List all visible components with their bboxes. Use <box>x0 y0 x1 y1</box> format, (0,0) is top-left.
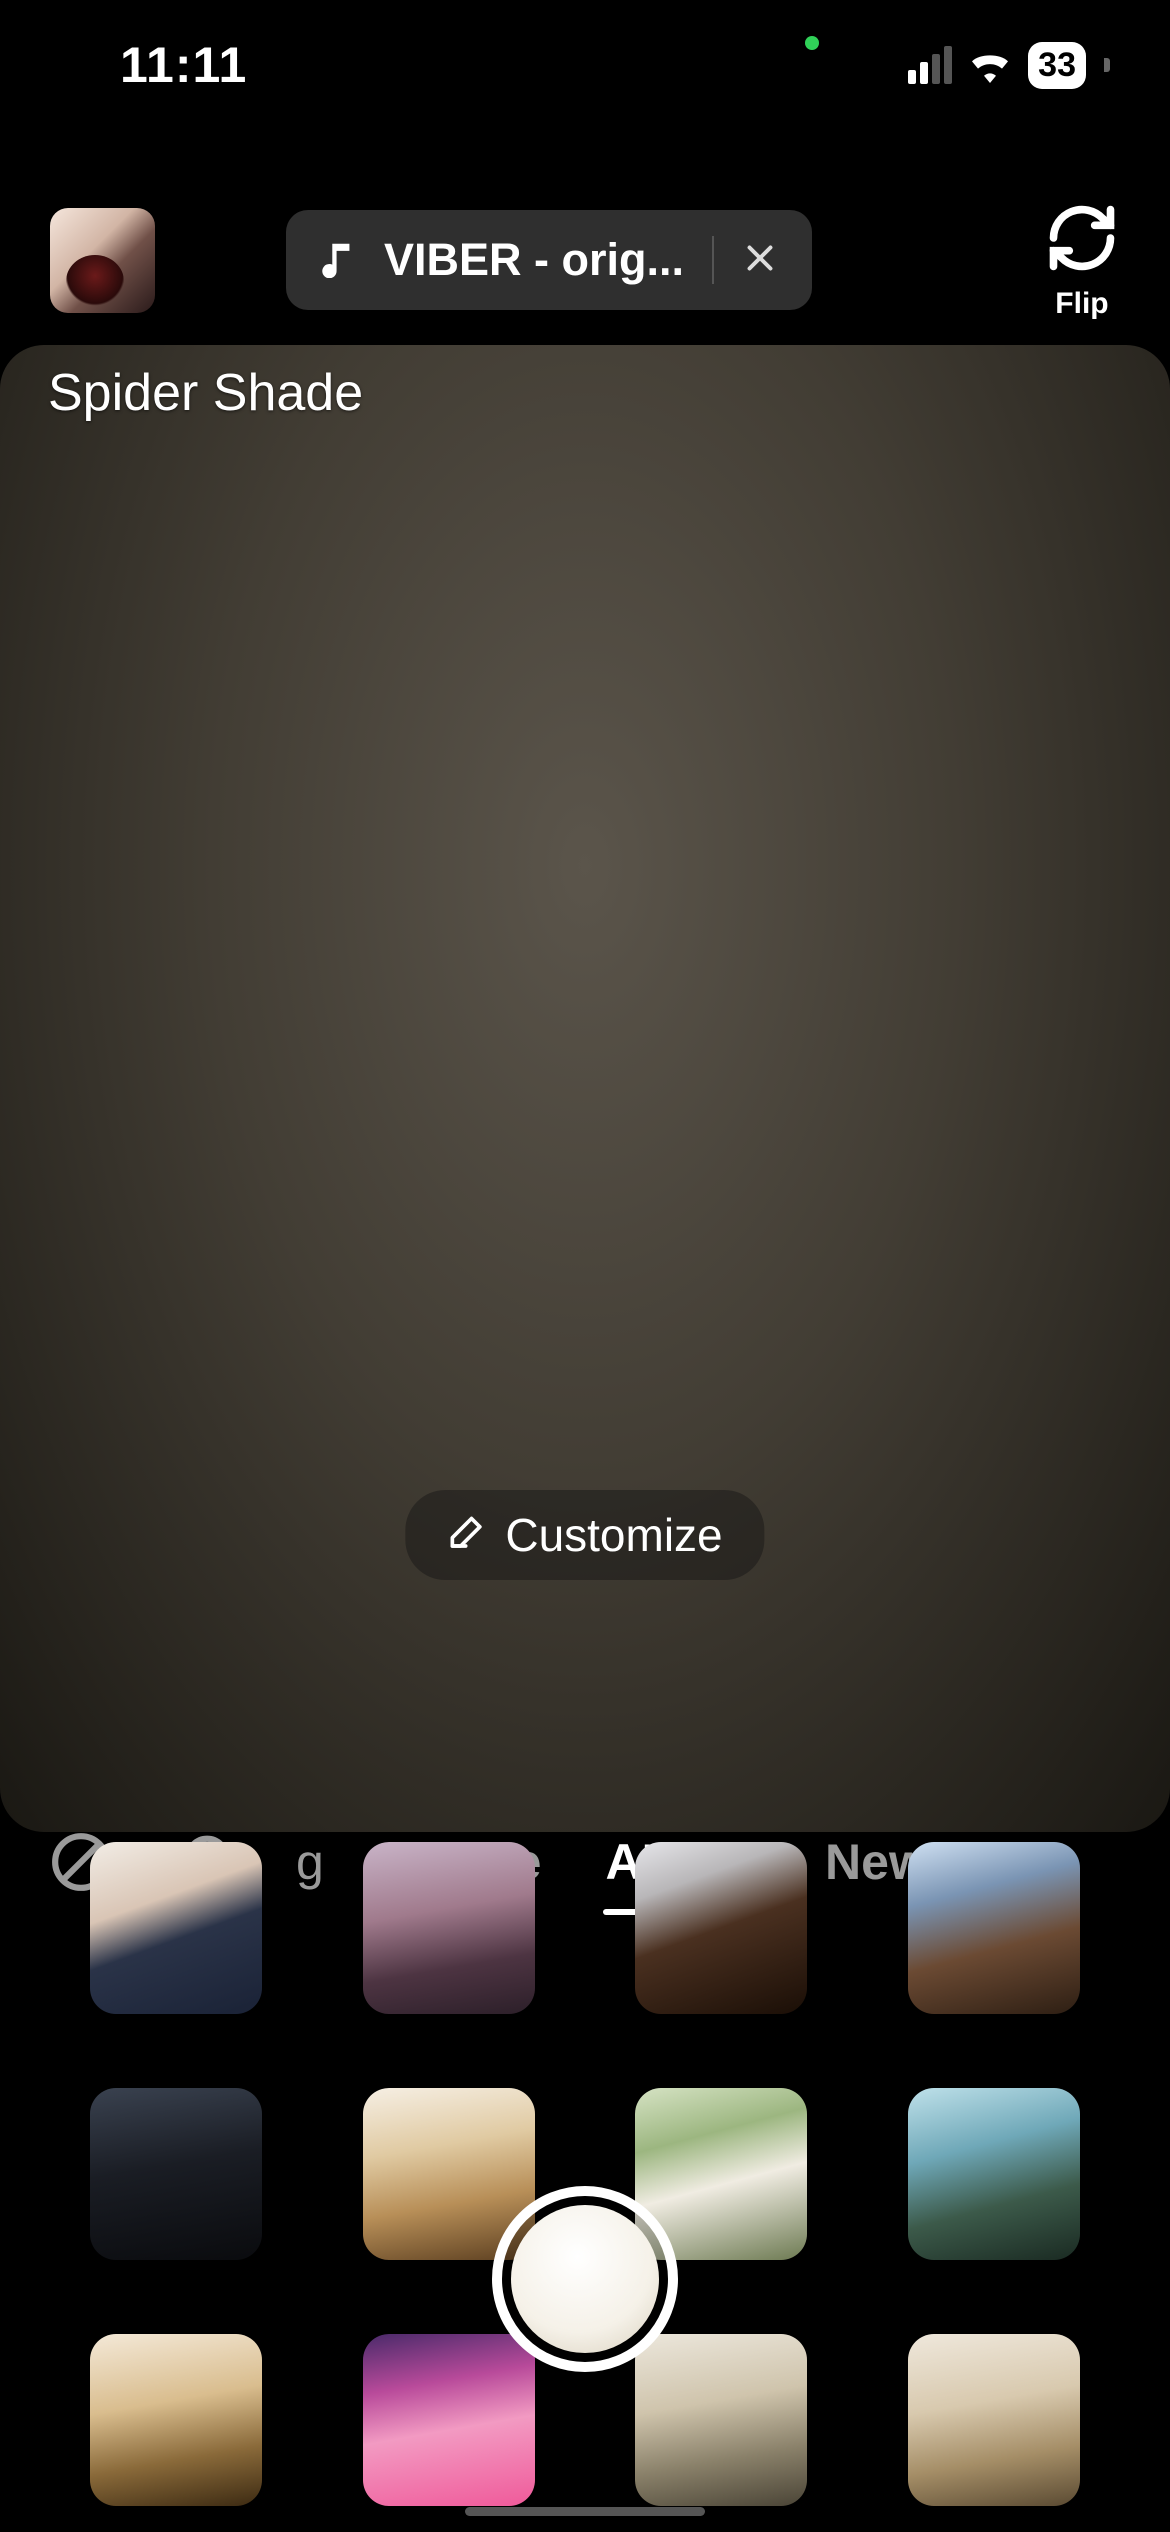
music-pill[interactable]: VIBER - orig... <box>286 210 812 310</box>
camera-viewport: Spider Shade Customize <box>0 345 1170 1832</box>
edit-icon <box>447 1508 487 1562</box>
customize-label: Customize <box>505 1508 722 1562</box>
battery-percent: 33 <box>1038 46 1076 85</box>
effect-thumb[interactable] <box>90 1842 262 2014</box>
flip-camera-button[interactable]: Flip <box>1044 200 1120 321</box>
music-close-button[interactable] <box>742 233 778 287</box>
effect-thumb[interactable] <box>635 1842 807 2014</box>
battery-cap-icon <box>1104 58 1110 72</box>
status-time: 11:11 <box>120 36 247 94</box>
customize-button[interactable]: Customize <box>405 1490 764 1580</box>
music-label: VIBER - orig... <box>384 234 684 286</box>
status-bar: 11:11 33 <box>0 0 1170 130</box>
status-right: 33 <box>908 42 1110 89</box>
effect-thumb[interactable] <box>908 1842 1080 2014</box>
music-note-icon <box>320 238 356 283</box>
top-bar: VIBER - orig... Flip <box>0 205 1170 315</box>
effect-thumb[interactable] <box>908 2334 1080 2506</box>
effect-avatar-thumbnail[interactable] <box>50 208 155 313</box>
effect-thumb[interactable] <box>908 2088 1080 2260</box>
music-divider <box>712 236 714 284</box>
camera-indicator-dot <box>805 36 819 50</box>
effect-thumb[interactable] <box>363 1842 535 2014</box>
effect-name-label: Spider Shade <box>48 363 363 423</box>
shutter-button[interactable] <box>492 2186 678 2372</box>
flip-icon <box>1044 200 1120 281</box>
effect-thumb[interactable] <box>90 2088 262 2260</box>
shutter-inner <box>511 2205 659 2353</box>
battery-indicator: 33 <box>1028 42 1086 89</box>
flip-label: Flip <box>1055 287 1108 321</box>
effect-thumb[interactable] <box>635 2334 807 2506</box>
wifi-icon <box>966 47 1014 83</box>
effect-thumb[interactable] <box>90 2334 262 2506</box>
effects-grid <box>0 1812 1170 2532</box>
cellular-signal-icon <box>908 46 952 84</box>
effect-thumb[interactable] <box>363 2334 535 2506</box>
home-indicator[interactable] <box>465 2507 705 2516</box>
